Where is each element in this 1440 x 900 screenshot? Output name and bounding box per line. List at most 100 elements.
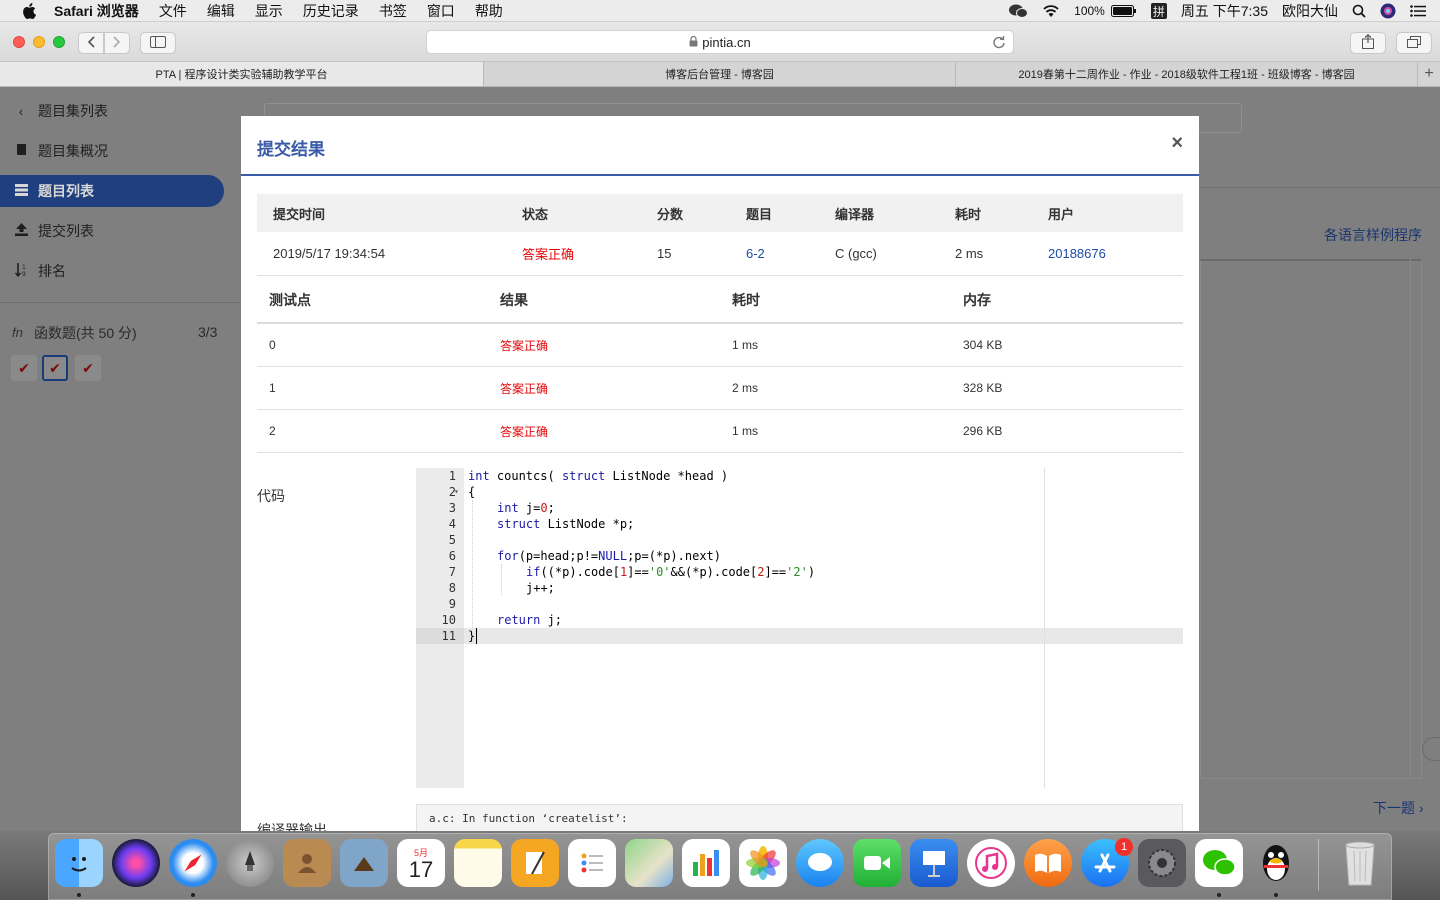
menu-file[interactable]: 文件 bbox=[159, 1, 187, 21]
facetime-icon[interactable] bbox=[853, 839, 901, 887]
tab-blog-admin[interactable]: 博客后台管理 - 博客园 bbox=[484, 62, 956, 86]
back-button[interactable] bbox=[78, 32, 104, 54]
sidebar-item-submissions[interactable]: 提交列表 bbox=[12, 216, 94, 246]
problem-link[interactable]: 6-2 bbox=[746, 232, 765, 275]
background-panel: 各语言样例程序 下一题 › bbox=[1200, 87, 1440, 831]
itunes-icon[interactable] bbox=[967, 839, 1015, 887]
menu-help[interactable]: 帮助 bbox=[475, 1, 503, 21]
tabs-icon bbox=[1407, 35, 1421, 51]
tab-pta[interactable]: PTA | 程序设计类实验辅助教学平台 bbox=[0, 62, 484, 86]
share-button[interactable] bbox=[1350, 32, 1386, 54]
summary-table: 提交时间 状态 分数 题目 编译器 耗时 用户 2019/5/17 19:34:… bbox=[257, 194, 1183, 276]
sidebar-item-overview[interactable]: 题目集概况 bbox=[12, 136, 108, 166]
menu-edit[interactable]: 编辑 bbox=[207, 1, 235, 21]
system-preferences-icon[interactable] bbox=[1138, 839, 1186, 887]
photos-icon[interactable] bbox=[739, 839, 787, 887]
zoom-window-button[interactable] bbox=[53, 36, 65, 48]
clock[interactable]: 周五 下午7:35 bbox=[1181, 1, 1268, 21]
reload-icon[interactable] bbox=[992, 35, 1006, 52]
problem-check-2[interactable]: ✔ bbox=[42, 355, 68, 381]
close-icon[interactable]: × bbox=[1171, 132, 1183, 155]
code-line-1: int countcs( struct ListNode *head ) bbox=[468, 469, 729, 483]
input-method-icon[interactable]: 拼 bbox=[1150, 3, 1167, 19]
trash-icon[interactable] bbox=[1336, 839, 1384, 887]
menu-window[interactable]: 窗口 bbox=[427, 1, 455, 21]
siri-status-icon[interactable] bbox=[1380, 3, 1396, 19]
notification-center-icon[interactable] bbox=[1410, 5, 1426, 17]
test-duration: 1 ms bbox=[732, 338, 759, 352]
fold-arrow-icon[interactable]: ▾ bbox=[454, 484, 459, 500]
wifi-icon[interactable] bbox=[1042, 4, 1060, 18]
header-submit-time: 提交时间 bbox=[273, 206, 326, 222]
compiler-output-text: a.c: In function ‘createlist’: bbox=[429, 812, 628, 825]
spotlight-icon[interactable] bbox=[1352, 4, 1366, 18]
forward-button[interactable] bbox=[104, 32, 130, 54]
reminders-icon[interactable] bbox=[568, 839, 616, 887]
wechat-status-icon[interactable] bbox=[1008, 3, 1029, 19]
close-window-button[interactable] bbox=[13, 36, 25, 48]
maps-icon[interactable] bbox=[625, 839, 673, 887]
code-editor[interactable]: 1 2 ▾ 3 4 5 6 7 8 9 10 11 int countcs( s… bbox=[416, 468, 1183, 788]
running-indicator bbox=[191, 893, 195, 897]
modal-header: 提交结果 × bbox=[241, 116, 1199, 176]
sidebar-back-link[interactable]: ‹ 题目集列表 bbox=[12, 96, 108, 126]
problem-check-3[interactable]: ✔ bbox=[75, 355, 101, 381]
messages-icon[interactable] bbox=[796, 839, 844, 887]
preview-icon[interactable] bbox=[340, 839, 388, 887]
pages-icon[interactable] bbox=[511, 839, 559, 887]
running-indicator bbox=[77, 893, 81, 897]
wechat-icon[interactable] bbox=[1195, 839, 1243, 887]
calendar-icon[interactable]: 5月 17 bbox=[397, 839, 445, 887]
launchpad-icon[interactable] bbox=[226, 839, 274, 887]
menu-app-name[interactable]: Safari 浏览器 bbox=[54, 1, 139, 21]
menu-history[interactable]: 历史记录 bbox=[303, 1, 359, 21]
sidebar-item-ranking[interactable]: 1 9 排名 bbox=[12, 256, 66, 286]
books-icon[interactable] bbox=[1024, 839, 1072, 887]
check-icon: ✔ bbox=[49, 359, 61, 376]
tab-overview-button[interactable] bbox=[1396, 32, 1432, 54]
minimize-window-button[interactable] bbox=[33, 36, 45, 48]
sample-programs-link[interactable]: 各语言样例程序 bbox=[1324, 225, 1422, 245]
notes-icon[interactable] bbox=[454, 839, 502, 887]
safari-icon[interactable] bbox=[169, 839, 217, 887]
contacts-icon[interactable] bbox=[283, 839, 331, 887]
address-bar[interactable]: pintia.cn bbox=[426, 30, 1014, 54]
background-editor bbox=[1200, 259, 1422, 779]
user-name[interactable]: 欧阳大仙 bbox=[1282, 1, 1338, 21]
table-row: 1 答案正确 2 ms 328 KB bbox=[257, 367, 1183, 410]
chevron-right-icon bbox=[113, 35, 121, 51]
browser-toolbar: pintia.cn bbox=[0, 22, 1440, 62]
test-memory: 304 KB bbox=[963, 338, 1003, 352]
sidebar-item-label: 排名 bbox=[38, 263, 66, 279]
user-link[interactable]: 20188676 bbox=[1048, 232, 1106, 275]
next-problem-link[interactable]: 下一题 › bbox=[1373, 798, 1424, 818]
line-number: 6 bbox=[448, 549, 456, 563]
sidebar-toggle-button[interactable] bbox=[140, 32, 176, 54]
qq-icon[interactable] bbox=[1252, 839, 1300, 887]
header-duration: 耗时 bbox=[955, 206, 982, 222]
code-line-3: int j=0; bbox=[497, 501, 555, 515]
tab-homework[interactable]: 2019春第十二周作业 - 作业 - 2018级软件工程1班 - 班级博客 - … bbox=[956, 62, 1418, 86]
summary-row: 2019/5/17 19:34:54 答案正确 15 6-2 C (gcc) 2… bbox=[257, 232, 1183, 276]
menu-view[interactable]: 显示 bbox=[255, 1, 283, 21]
feedback-icon[interactable] bbox=[1422, 737, 1440, 761]
test-duration: 1 ms bbox=[732, 424, 759, 438]
test-duration: 2 ms bbox=[732, 381, 759, 395]
siri-icon[interactable] bbox=[112, 839, 160, 887]
menu-bookmarks[interactable]: 书签 bbox=[379, 1, 407, 21]
keynote-icon[interactable] bbox=[910, 839, 958, 887]
apple-menu-icon[interactable] bbox=[18, 0, 40, 22]
numbers-icon[interactable] bbox=[682, 839, 730, 887]
battery-icon[interactable] bbox=[1110, 5, 1137, 17]
header-user: 用户 bbox=[1048, 206, 1075, 222]
status-badge: 答案正确 bbox=[522, 247, 575, 262]
sidebar-item-problems[interactable]: 题目列表 bbox=[0, 175, 224, 207]
sidebar-icon bbox=[150, 35, 166, 51]
running-indicator bbox=[1274, 893, 1278, 897]
problem-check-1[interactable]: ✔ bbox=[11, 355, 37, 381]
finder-icon[interactable] bbox=[55, 839, 103, 887]
menu-bar: Safari 浏览器 文件 编辑 显示 历史记录 书签 窗口 帮助 100% 拼… bbox=[0, 0, 1440, 22]
header-score: 分数 bbox=[657, 206, 684, 222]
chevron-left-icon: ‹ bbox=[18, 103, 24, 119]
new-tab-button[interactable]: + bbox=[1418, 62, 1440, 86]
